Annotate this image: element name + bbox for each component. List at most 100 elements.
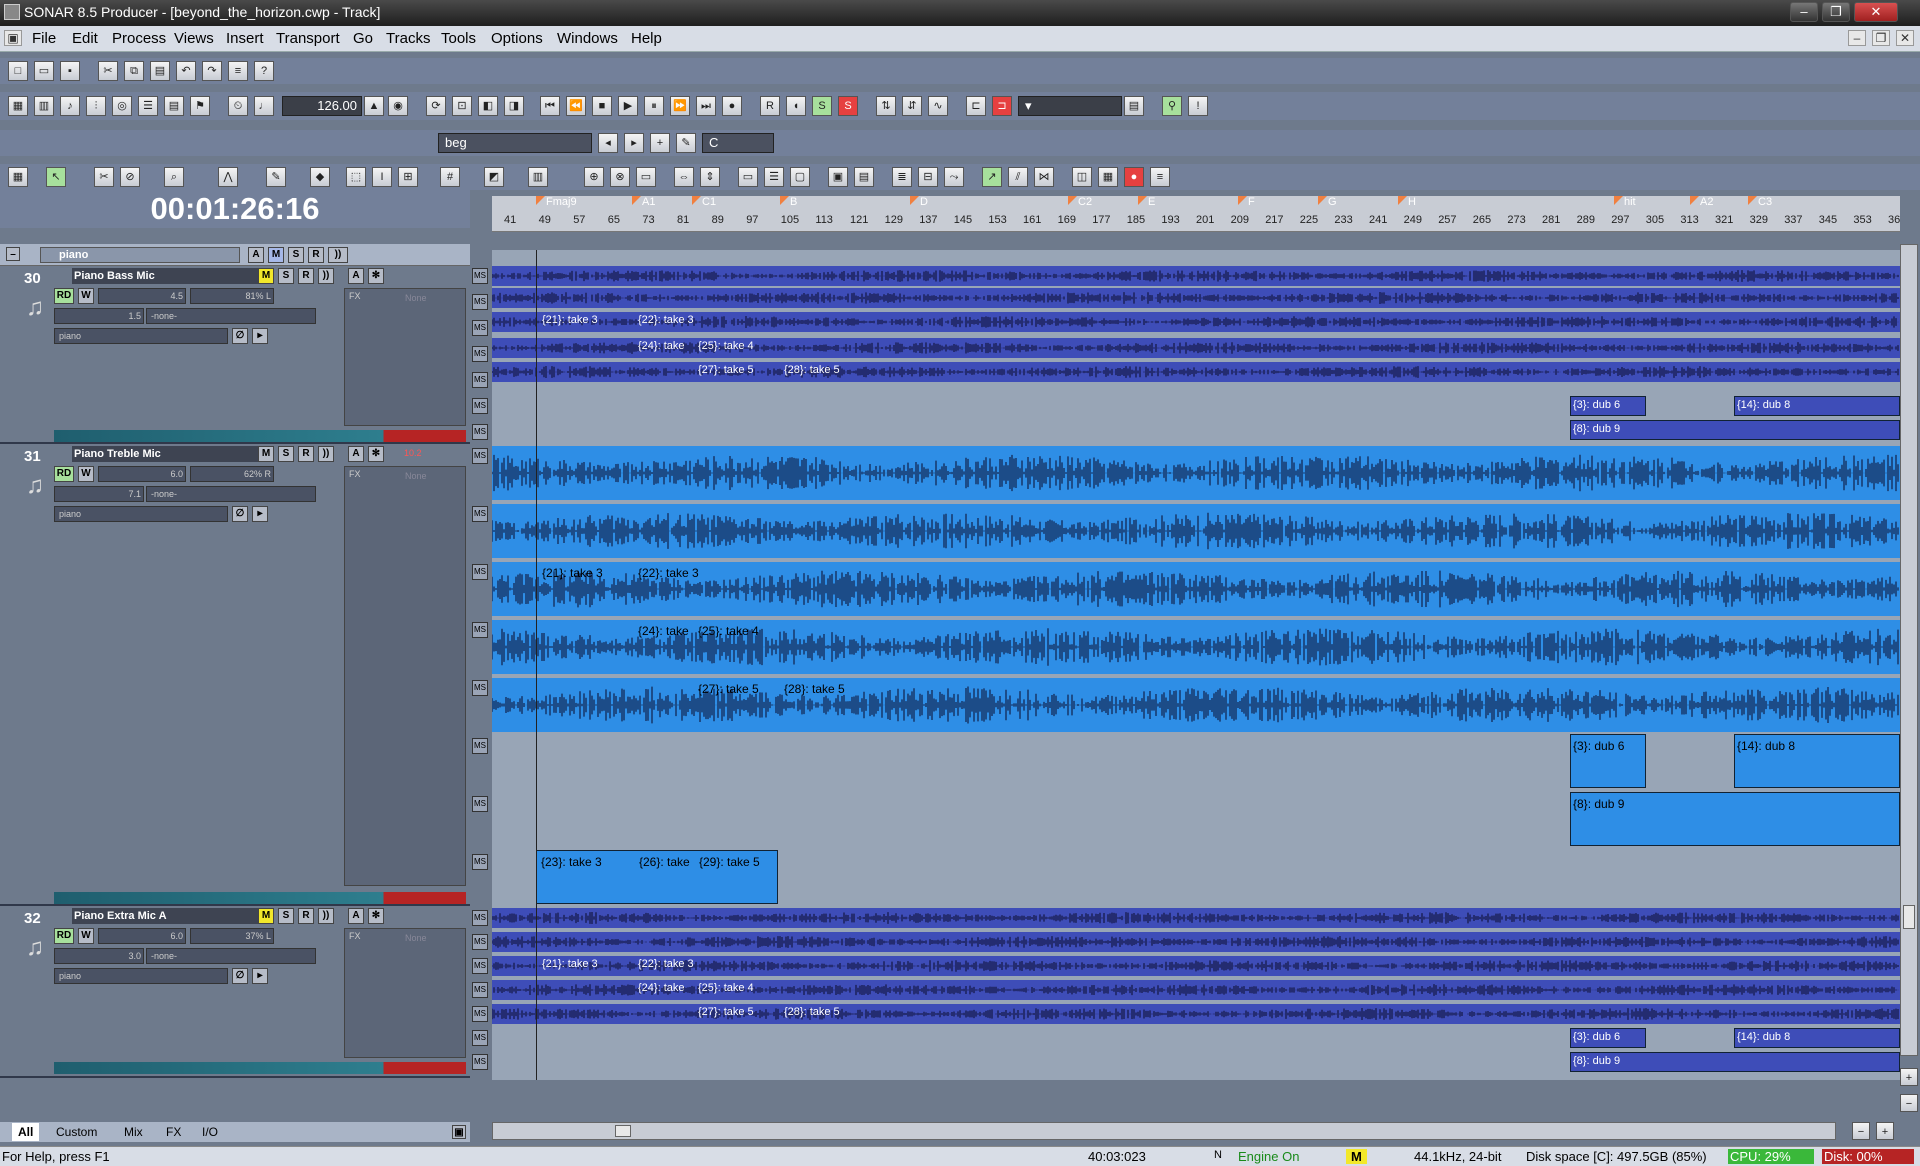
lane-ms-button[interactable]: MS [472, 372, 488, 388]
output-select[interactable]: piano [54, 968, 228, 984]
track-name[interactable]: Piano Bass Mic [72, 268, 262, 284]
tempo-tap-icon[interactable]: ◉ [388, 96, 408, 116]
panic-icon[interactable]: ! [1188, 96, 1208, 116]
input-echo-button[interactable]: )) [318, 446, 334, 462]
archive-button[interactable]: A [348, 446, 364, 462]
clip-dub9[interactable]: {8}: dub 9 [1570, 792, 1900, 846]
horizontal-scroll-thumb[interactable] [615, 1125, 631, 1137]
input-select[interactable]: -none- [146, 948, 316, 964]
menu-help[interactable]: Help [631, 30, 662, 47]
zoom-tool-icon[interactable]: ⌕ [164, 167, 184, 187]
interleave-icon[interactable]: ▸ [252, 506, 268, 522]
punch-icon[interactable]: ⊡ [452, 96, 472, 116]
folder-solo-button[interactable]: S [288, 247, 304, 263]
input-select[interactable]: -none- [146, 308, 316, 324]
snap-grid-icon[interactable]: # [440, 167, 460, 187]
solo-button[interactable]: S [278, 268, 294, 284]
track30-lane-1[interactable] [492, 266, 1900, 286]
collapse-icon[interactable]: – [6, 247, 20, 261]
record-icon[interactable]: ● [722, 96, 742, 116]
write-button[interactable]: W [78, 288, 94, 304]
engine-status[interactable]: Engine On [1238, 1149, 1299, 1164]
interleave-icon[interactable]: ▸ [252, 968, 268, 984]
loop-start-icon[interactable]: ⊏ [966, 96, 986, 116]
comp-icon[interactable]: ≣ [892, 167, 912, 187]
show-inspector-icon[interactable]: ▣ [828, 167, 848, 187]
mute-tool-icon[interactable]: ⊘ [120, 167, 140, 187]
record-automation-icon[interactable]: ● [1124, 167, 1144, 187]
lane-ms-button[interactable]: MS [472, 854, 488, 870]
freeze-icon[interactable]: ✻ [368, 908, 384, 924]
lane-ms-button[interactable]: MS [472, 982, 488, 998]
menu-edit[interactable]: Edit [72, 30, 98, 47]
tab-custom[interactable]: Custom [50, 1123, 103, 1141]
tab-all[interactable]: All [12, 1123, 40, 1141]
marker-prev-icon[interactable]: ◂ [598, 133, 618, 153]
app-icon[interactable] [4, 4, 20, 20]
trim-slider[interactable]: 1.5 [54, 308, 144, 324]
lane-ms-button[interactable]: MS [472, 796, 488, 812]
marker-e[interactable]: E [1138, 196, 1155, 210]
maximize-icon[interactable]: ❐ [1822, 2, 1850, 22]
redo-icon[interactable]: ↷ [202, 61, 222, 81]
lane-ms-button[interactable]: MS [472, 506, 488, 522]
trim-slider[interactable]: 7.1 [54, 486, 144, 502]
clip-dub8[interactable]: {14}: dub 8 [1734, 1028, 1900, 1048]
grid-icon[interactable]: ▦ [8, 167, 28, 187]
track31-lane-4[interactable]: {24}: take {25}: take 4 [492, 620, 1900, 674]
show-clips-icon[interactable]: ▭ [738, 167, 758, 187]
input-echo-button[interactable]: )) [318, 908, 334, 924]
menu-windows[interactable]: Windows [557, 30, 618, 47]
show-lanes-icon[interactable]: ☰ [764, 167, 784, 187]
zoom-in-vertical-icon[interactable]: + [1900, 1068, 1918, 1086]
pause-icon[interactable]: ⏸ [644, 96, 664, 116]
freeze-icon[interactable]: ✻ [368, 446, 384, 462]
now-time-cursor[interactable] [536, 250, 537, 1080]
solo-button[interactable]: S [278, 908, 294, 924]
record-arm-button[interactable]: R [298, 268, 314, 284]
lane-ms-button[interactable]: MS [472, 958, 488, 974]
track32-lane-5[interactable]: {27}: take 5 {28}: take 5 [492, 1004, 1900, 1024]
paste-icon[interactable]: ▤ [150, 61, 170, 81]
track32-lane-2[interactable] [492, 932, 1900, 952]
mute-button[interactable]: M [258, 446, 274, 462]
automation-write-icon[interactable]: ⇵ [902, 96, 922, 116]
scrub-icon[interactable]: ◖ [786, 96, 806, 116]
clip-dub9[interactable]: {8}: dub 9 [1570, 420, 1900, 440]
marker-combo[interactable]: beg [438, 133, 592, 153]
record-mode-icon[interactable]: ◧ [478, 96, 498, 116]
archive-button[interactable]: A [348, 908, 364, 924]
fx-bin[interactable]: FX None [344, 466, 466, 886]
mute-button[interactable]: M [258, 908, 274, 924]
marker-a2[interactable]: A2 [1690, 196, 1713, 210]
read-button[interactable]: RD [54, 288, 74, 304]
crossfade-icon[interactable]: ⋈ [1034, 167, 1054, 187]
lane-ms-button[interactable]: MS [472, 268, 488, 284]
undo-icon[interactable]: ↶ [176, 61, 196, 81]
clip-dub8[interactable]: {14}: dub 8 [1734, 396, 1900, 416]
erase-tool-icon[interactable]: ◆ [310, 167, 330, 187]
read-button[interactable]: RD [54, 928, 74, 944]
record-arm-button[interactable]: R [298, 908, 314, 924]
track32-lane-4[interactable]: {24}: take {25}: take 4 [492, 980, 1900, 1000]
cut-icon[interactable]: ✂ [98, 61, 118, 81]
marker-f[interactable]: F [1238, 196, 1255, 210]
sync-icon[interactable]: ⚲ [1162, 96, 1182, 116]
track-name[interactable]: Piano Extra Mic A [72, 908, 262, 924]
lane-ms-button[interactable]: MS [472, 448, 488, 464]
marker-fmaj9[interactable]: Fmaj9 [536, 196, 577, 210]
track30-lane-4[interactable]: {24}: take {25}: take 4 [492, 338, 1900, 358]
vertical-scrollbar[interactable] [1900, 244, 1918, 1056]
freeze-icon[interactable]: ✻ [368, 268, 384, 284]
marker-b[interactable]: B [780, 196, 797, 210]
marker-hit[interactable]: hit [1614, 196, 1636, 210]
pan-slider[interactable]: 81% L [190, 288, 274, 304]
go-end-icon[interactable]: ⏭ [696, 96, 716, 116]
lane-ms-button[interactable]: MS [472, 564, 488, 580]
lane-ms-button[interactable]: MS [472, 910, 488, 926]
marker-c3[interactable]: C3 [1748, 196, 1772, 210]
play-icon[interactable]: ▶ [618, 96, 638, 116]
marker-edit-icon[interactable]: ✎ [676, 133, 696, 153]
marker-h[interactable]: H [1398, 196, 1416, 210]
loop-view-icon[interactable]: ◎ [112, 96, 132, 116]
